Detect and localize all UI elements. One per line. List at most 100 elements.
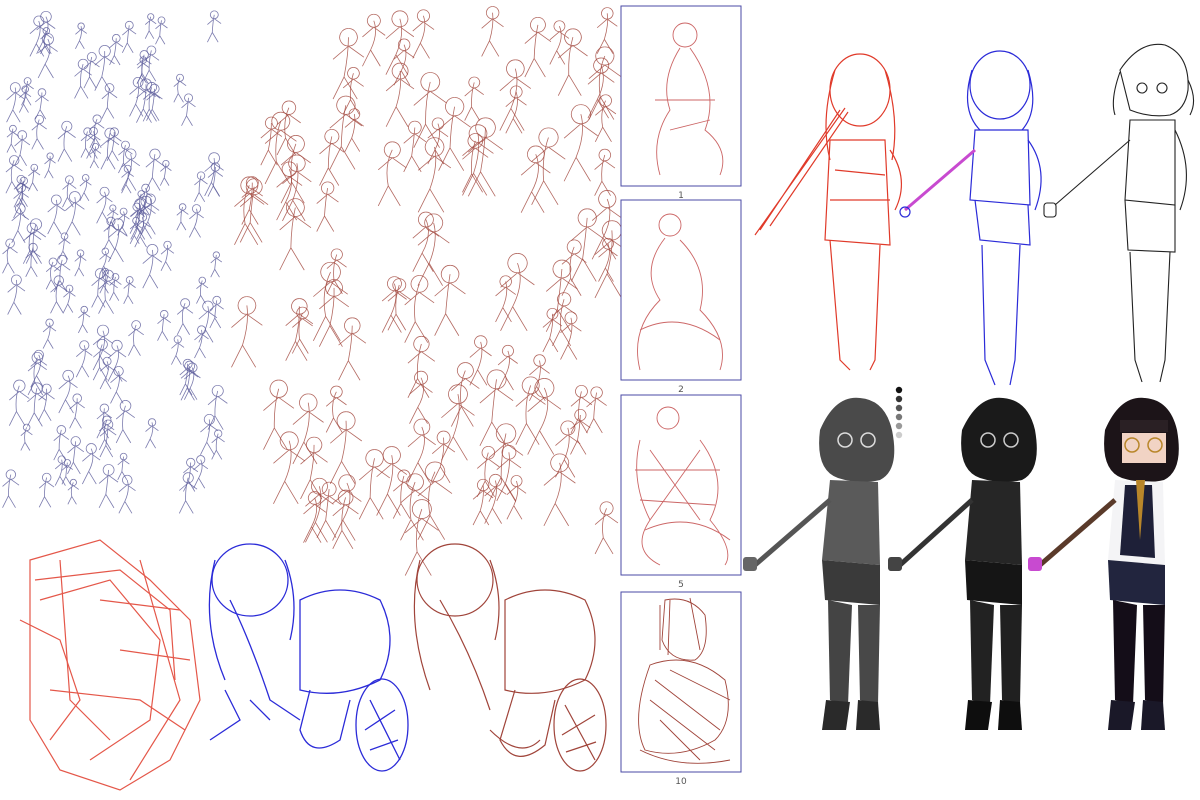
gesture-figure — [155, 16, 168, 45]
gesture-figure — [31, 114, 47, 150]
gesture-figure — [342, 67, 364, 115]
gesture-figure — [98, 464, 119, 509]
gesture-figure — [441, 384, 475, 461]
gesture-figure — [338, 317, 367, 381]
gesture-figure — [594, 501, 619, 555]
gesture-figure — [193, 455, 209, 489]
gesture-figure — [344, 108, 364, 152]
gesture-figure — [176, 203, 189, 231]
gesture-figure — [109, 34, 124, 66]
value-swatch — [895, 404, 903, 412]
gesture-figure — [276, 161, 303, 221]
red-gesture-studies — [231, 6, 630, 576]
gesture-figure — [74, 58, 92, 99]
gesture-figure — [58, 369, 78, 414]
gesture-figure — [18, 85, 32, 113]
gesture-figure — [291, 306, 313, 354]
color-render-figure — [1028, 397, 1179, 730]
gesture-figure — [100, 127, 120, 170]
gesture-figure — [141, 193, 160, 235]
gesture-figure — [515, 376, 546, 445]
gesture-figure — [160, 240, 175, 271]
gesture-figure — [279, 198, 312, 271]
gesture-figure — [407, 335, 436, 398]
gesture-figure — [8, 379, 30, 426]
gesture-figure — [37, 33, 58, 79]
gesture-figure — [403, 120, 427, 173]
gesture-figure — [109, 273, 122, 301]
gesture-figure — [431, 430, 456, 484]
gesture-figure — [194, 171, 208, 202]
gesture-figure — [44, 152, 56, 179]
gesture-figure — [27, 382, 47, 427]
gesture-figure — [188, 204, 204, 238]
gesture-figure — [75, 22, 87, 50]
gesture-figure — [303, 491, 327, 543]
gesture-figure — [123, 276, 136, 305]
gesture-figure — [142, 244, 163, 289]
gesture-figure — [115, 400, 135, 444]
gesture-figure — [438, 97, 471, 171]
gesture-figure — [38, 472, 55, 508]
gesture-figure — [75, 340, 93, 378]
gesture-figure — [561, 239, 587, 296]
gesture-figure — [47, 194, 66, 235]
gesture-figure — [207, 384, 228, 430]
gesture-figure — [78, 305, 91, 334]
red-rough-figure — [754, 53, 903, 371]
gesture-figure — [469, 335, 492, 386]
gesture-figure — [204, 152, 224, 197]
gesture-figure — [106, 127, 122, 162]
gesture-figure — [497, 344, 518, 391]
gesture-figure — [234, 176, 265, 245]
gesture-figure — [263, 379, 295, 450]
black-lineart-figure — [1043, 43, 1195, 383]
gesture-figure — [74, 249, 87, 277]
gesture-figure — [20, 423, 33, 451]
gesture-figure — [326, 248, 347, 295]
gesture-figure — [316, 181, 339, 232]
gesture-figure — [81, 443, 101, 485]
dark-render-figure — [888, 397, 1037, 730]
gesture-figure — [209, 295, 224, 329]
gesture-figure — [50, 275, 68, 314]
gesture-figure — [2, 238, 18, 274]
gesture-figure — [121, 20, 137, 54]
gesture-figure — [260, 116, 283, 166]
frame-2: 2 — [620, 199, 742, 395]
brown-kneeling-figure-sketch — [413, 543, 607, 772]
value-swatch — [895, 413, 903, 421]
gesture-figure — [586, 386, 607, 434]
frame-10-label: 10 — [675, 777, 687, 787]
gesture-figure — [176, 298, 194, 335]
gesture-figure — [292, 393, 324, 465]
gesture-figure — [387, 278, 411, 331]
gesture-figure — [557, 28, 588, 96]
gesture-figure — [329, 411, 363, 485]
gesture-figure — [79, 174, 92, 202]
gesture-figure — [180, 360, 199, 401]
gesture-figure — [412, 9, 435, 59]
gesture-figure — [499, 59, 532, 131]
gesture-figure — [312, 261, 348, 342]
gesture-figure — [417, 213, 450, 286]
gesture-figure — [118, 140, 133, 174]
gesture-figure — [300, 436, 328, 500]
gesture-figure — [57, 120, 76, 162]
gesture-figure — [527, 378, 562, 455]
gesture-figure — [83, 52, 100, 89]
gesture-figure — [2, 469, 20, 508]
gesture-figure — [563, 104, 598, 182]
frame-2-label: 2 — [678, 385, 684, 395]
gesture-figure — [273, 431, 306, 505]
gesture-figure — [476, 445, 500, 498]
gesture-figure — [101, 83, 118, 119]
gesture-figure — [543, 453, 576, 527]
gesture-figure — [319, 128, 345, 186]
gesture-figure — [38, 383, 55, 422]
gesture-figure — [362, 13, 386, 67]
gesture-figure — [276, 100, 301, 156]
gesture-figure — [404, 275, 435, 343]
blue-clean-figure — [899, 50, 1042, 386]
gesture-figure — [98, 415, 115, 451]
